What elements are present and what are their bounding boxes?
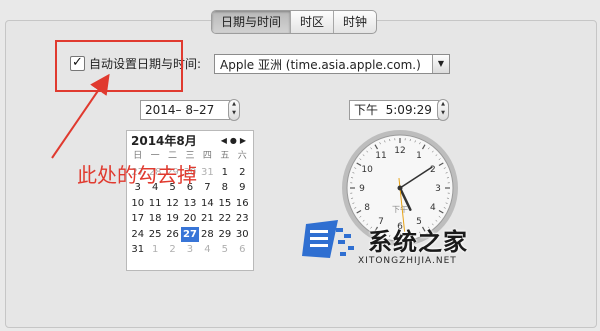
watermark-url: XITONGZHIJIA.NET — [358, 256, 457, 266]
watermark-name: 系统之家 — [368, 228, 468, 256]
watermark-logo-icon — [302, 220, 354, 258]
annotation-text: 此处的勾去掉 — [77, 163, 197, 187]
watermark: 系统之家 XITONGZHIJIA.NET — [300, 216, 500, 276]
